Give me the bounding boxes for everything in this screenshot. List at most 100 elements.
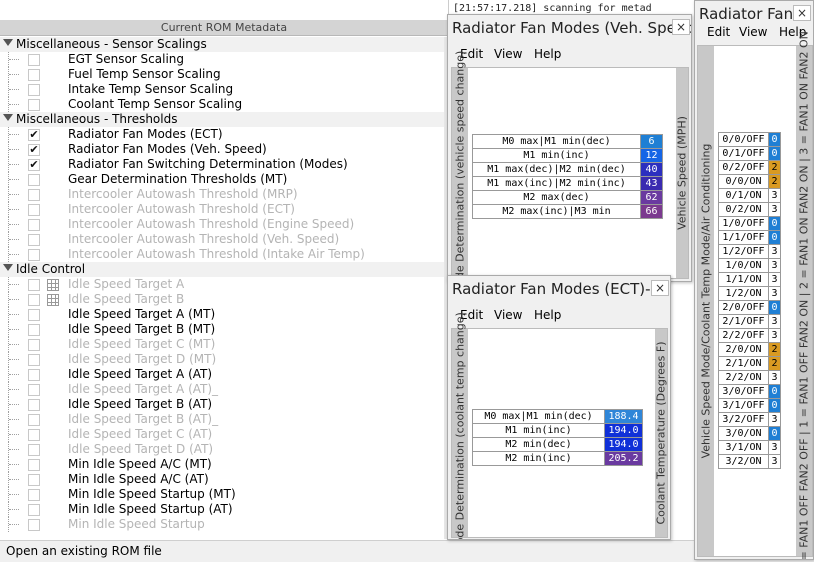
table-row[interactable]: M1 min(inc) 194.0 [472, 423, 643, 438]
table-row[interactable]: 3/0/OFF 0 [718, 384, 781, 399]
item-checkbox[interactable]: ✔ [28, 159, 40, 171]
item-checkbox[interactable] [28, 309, 40, 321]
value-cell[interactable]: 2 [768, 342, 781, 357]
radiator-fan-ect-window[interactable]: Radiator Fan Modes (ECT)-2... × Edit Vie… [447, 275, 671, 540]
tree-item[interactable]: Min Idle Speed A/C (MT) [0, 457, 444, 472]
item-checkbox[interactable]: ✔ [28, 144, 40, 156]
value-cell[interactable]: 0 [768, 132, 781, 147]
table-row[interactable]: 3/1/ON 3 [718, 440, 781, 455]
value-cell[interactable]: 3 [768, 412, 781, 427]
tree-item[interactable]: Fuel Temp Sensor Scaling [0, 67, 444, 82]
table-row[interactable]: 0/1/OFF 0 [718, 146, 781, 161]
table-row[interactable]: 0/0/OFF 0 [718, 132, 781, 147]
table-row[interactable]: 2/2/OFF 3 [718, 328, 781, 343]
table-row[interactable]: 3/2/OFF 3 [718, 412, 781, 427]
item-checkbox[interactable] [28, 84, 40, 96]
tree-item[interactable]: Idle Speed Target B (MT) [0, 322, 444, 337]
tree-item[interactable]: EGT Sensor Scaling [0, 52, 444, 67]
table-row[interactable]: 2/2/ON 3 [718, 370, 781, 385]
item-checkbox[interactable] [28, 489, 40, 501]
value-cell[interactable]: 6 [640, 134, 663, 149]
value-cell[interactable]: 0 [768, 230, 781, 245]
value-cell[interactable]: 43 [640, 176, 663, 191]
close-button[interactable]: × [651, 280, 669, 296]
table-row[interactable]: 3/0/ON 0 [718, 426, 781, 441]
value-cell[interactable]: 3 [768, 370, 781, 385]
item-checkbox[interactable] [28, 459, 40, 471]
table-row[interactable]: 1/1/ON 3 [718, 272, 781, 287]
tree-item[interactable]: Intake Temp Sensor Scaling [0, 82, 444, 97]
tree-item[interactable]: ✔ Radiator Fan Switching Determination (M… [0, 157, 444, 172]
tree-item[interactable]: Intercooler Autowash Threshold (ECT) [0, 202, 444, 217]
tree-item[interactable]: Intercooler Autowash Threshold (Intake A… [0, 247, 444, 262]
item-checkbox[interactable]: ✔ [28, 129, 40, 141]
value-cell[interactable]: 2 [768, 160, 781, 175]
table-row[interactable]: 2/1/ON 2 [718, 356, 781, 371]
table-row[interactable]: 0/2/ON 3 [718, 202, 781, 217]
fan-switching-table[interactable]: 0/0/OFF 0 0/1/OFF 0 0/2/OFF 2 0/0/ON 2 0/1/ON 3 0/… [718, 132, 781, 469]
menu-view[interactable]: View [494, 308, 522, 322]
table-row[interactable]: 2/0/OFF 0 [718, 300, 781, 315]
table-row[interactable]: 3/1/OFF 0 [718, 398, 781, 413]
item-checkbox[interactable] [28, 234, 40, 246]
value-cell[interactable]: 12 [640, 148, 663, 163]
menu-help[interactable]: Help [534, 308, 561, 322]
item-checkbox[interactable] [28, 54, 40, 66]
value-cell[interactable]: 3 [768, 286, 781, 301]
value-cell[interactable]: 3 [768, 454, 781, 469]
tree-item[interactable]: Idle Speed Target A (AT) [0, 367, 444, 382]
tree-item[interactable]: Min Idle Speed Startup (MT) [0, 487, 444, 502]
tree-item[interactable]: Intercooler Autowash Threshold (MRP) [0, 187, 444, 202]
item-checkbox[interactable] [28, 474, 40, 486]
item-checkbox[interactable] [28, 414, 40, 426]
tree-item[interactable]: Idle Speed Target A [0, 277, 444, 292]
table-row[interactable]: M2 max(inc)|M3 min 66 [472, 204, 663, 219]
item-checkbox[interactable] [28, 174, 40, 186]
value-cell[interactable]: 194.0 [604, 423, 643, 438]
tree-item[interactable]: Idle Speed Target C (AT) [0, 427, 444, 442]
table-row[interactable]: M1 max(dec)|M2 min(dec) 40 [472, 162, 663, 177]
tree-item[interactable]: Idle Speed Target D (AT) [0, 442, 444, 457]
tree-item[interactable]: Coolant Temp Sensor Scaling [0, 97, 444, 112]
tree-item[interactable]: Min Idle Speed A/C (AT) [0, 472, 444, 487]
value-cell[interactable]: 188.4 [604, 409, 643, 424]
table-row[interactable]: M1 min(inc) 12 [472, 148, 663, 163]
item-checkbox[interactable] [28, 294, 40, 306]
table-row[interactable]: 1/1/OFF 0 [718, 230, 781, 245]
radiator-fan-speed-window[interactable]: Radiator Fan Modes (Veh. Speed... × Edit… [447, 14, 692, 282]
value-cell[interactable]: 194.0 [604, 437, 643, 452]
tree-category[interactable]: Idle Control [0, 262, 444, 277]
item-checkbox[interactable] [28, 249, 40, 261]
table-row[interactable]: 1/2/OFF 3 [718, 244, 781, 259]
value-cell[interactable]: 0 [768, 300, 781, 315]
item-checkbox[interactable] [28, 504, 40, 516]
item-checkbox[interactable] [28, 519, 40, 531]
table-row[interactable]: 2/0/ON 2 [718, 342, 781, 357]
value-cell[interactable]: 0 [768, 426, 781, 441]
value-cell[interactable]: 2 [768, 356, 781, 371]
table-row[interactable]: 0/0/ON 2 [718, 174, 781, 189]
value-cell[interactable]: 0 [768, 398, 781, 413]
table-row[interactable]: 1/0/OFF 0 [718, 216, 781, 231]
close-button[interactable]: × [672, 19, 690, 35]
tree-item[interactable]: Idle Speed Target D (MT) [0, 352, 444, 367]
tree-item[interactable]: Gear Determination Thresholds (MT) [0, 172, 444, 187]
value-cell[interactable]: 0 [768, 216, 781, 231]
tree-item[interactable]: Min Idle Speed Startup [0, 517, 444, 532]
value-cell[interactable]: 0 [768, 384, 781, 399]
tree-item[interactable]: ✔ Radiator Fan Modes (Veh. Speed) [0, 142, 444, 157]
value-cell[interactable]: 40 [640, 162, 663, 177]
tree-item[interactable]: Idle Speed Target C (MT) [0, 337, 444, 352]
value-cell[interactable]: 0 [768, 146, 781, 161]
tree-item[interactable]: Idle Speed Target B [0, 292, 444, 307]
value-cell[interactable]: 62 [640, 190, 663, 205]
tree-item[interactable]: Idle Speed Target A (MT) [0, 307, 444, 322]
table-row[interactable]: 3/2/ON 3 [718, 454, 781, 469]
tree-item[interactable]: Idle Speed Target A (AT)_ [0, 382, 444, 397]
item-checkbox[interactable] [28, 279, 40, 291]
value-cell[interactable]: 3 [768, 258, 781, 273]
table-row[interactable]: 0/2/OFF 2 [718, 160, 781, 175]
tree-item[interactable]: ✔ Radiator Fan Modes (ECT) [0, 127, 444, 142]
item-checkbox[interactable] [28, 204, 40, 216]
value-cell[interactable]: 3 [768, 314, 781, 329]
